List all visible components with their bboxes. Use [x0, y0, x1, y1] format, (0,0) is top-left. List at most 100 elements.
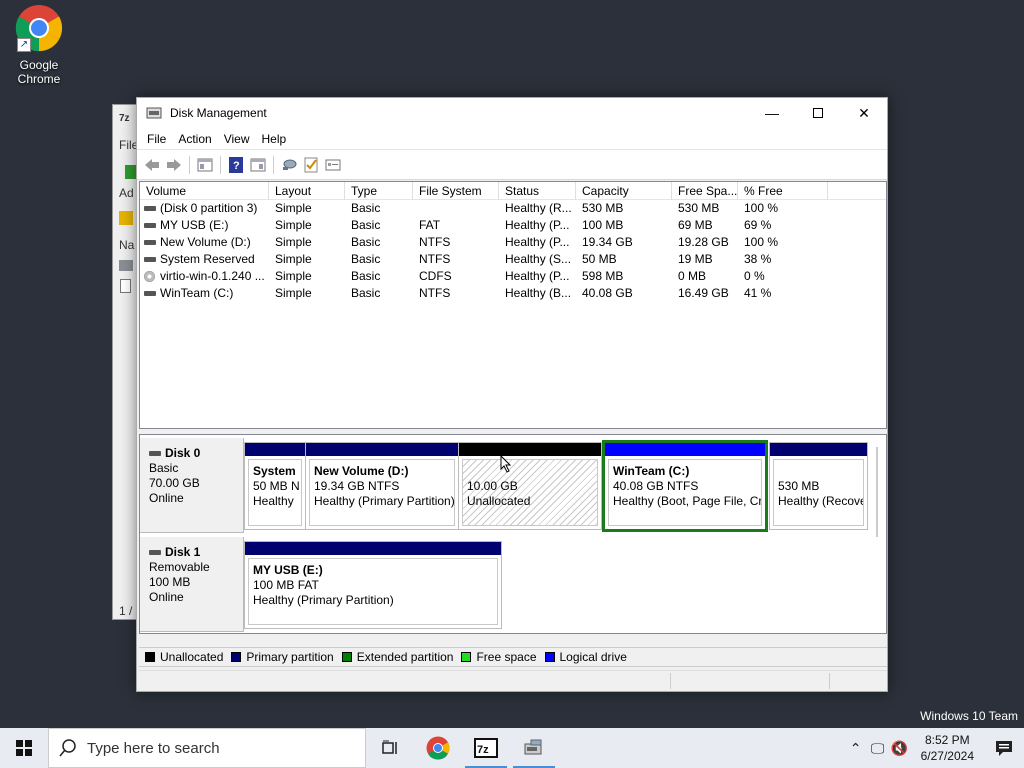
menu-help[interactable]: Help	[257, 132, 292, 146]
properties-button[interactable]	[247, 154, 269, 176]
disk-0-label[interactable]: Disk 0 Basic 70.00 GB Online	[140, 438, 244, 533]
cell-percent-free: 41 %	[744, 286, 772, 300]
legend-item-unallocated: Unallocated	[145, 650, 223, 664]
partition-name: MY USB (E:)	[253, 563, 323, 577]
7zip-icon: 7z	[474, 738, 498, 758]
cell-percent-free: 69 %	[744, 218, 772, 232]
partition-status: Healthy (Recove	[778, 494, 864, 508]
partition-info: System 50 MB N Healthy	[248, 459, 302, 526]
clock-time: 8:52 PM	[924, 733, 970, 747]
cell-percent-free: 0 %	[744, 269, 765, 283]
connect-button[interactable]	[278, 154, 300, 176]
taskbar-disk-management[interactable]	[510, 728, 558, 768]
cell-type: Basic	[351, 269, 381, 283]
column-header-percent-free[interactable]: % Free	[738, 182, 828, 200]
chrome-icon	[426, 736, 450, 760]
cell-status: Healthy (S...	[505, 252, 572, 266]
taskbar-7zip[interactable]: 7z	[462, 728, 510, 768]
volume-list[interactable]: Volume Layout Type File System Status Ca…	[139, 181, 887, 429]
partition-my-usb-e[interactable]: MY USB (E:) 100 MB FAT Healthy (Primary …	[244, 541, 502, 629]
table-row[interactable]: System Reserved Simple Basic NTFS Health…	[140, 251, 886, 268]
column-header-status[interactable]: Status	[499, 182, 576, 200]
disk-1-label[interactable]: Disk 1 Removable 100 MB Online	[140, 537, 244, 632]
partition-winteam-c[interactable]: WinTeam (C:) 40.08 GB NTFS Healthy (Boot…	[602, 440, 768, 532]
cell-percent-free: 100 %	[744, 235, 779, 249]
console-tree-button[interactable]	[194, 154, 216, 176]
taskbar-search-box[interactable]: Type here to search	[48, 728, 366, 768]
cell-layout: Simple	[275, 235, 312, 249]
partition-info: 10.00 GB Unallocated	[462, 459, 598, 526]
edition-watermark: Windows 10 Team	[920, 709, 1018, 723]
cell-capacity: 40.08 GB	[582, 286, 633, 300]
partition-info: MY USB (E:) 100 MB FAT Healthy (Primary …	[248, 558, 498, 625]
start-button[interactable]	[0, 728, 48, 768]
cell-capacity: 50 MB	[582, 252, 617, 266]
graph-scrollbar[interactable]	[876, 447, 878, 537]
disk-graphical-view[interactable]: Disk 0 Basic 70.00 GB Online System 50 M…	[139, 434, 887, 634]
show-hidden-icons-chevron-icon[interactable]: ⌃	[845, 740, 867, 757]
up-folder-icon[interactable]	[119, 211, 133, 225]
column-header-volume[interactable]: Volume	[140, 182, 269, 200]
column-header-type[interactable]: Type	[345, 182, 413, 200]
cell-volume-text: virtio-win-0.1.240 ...	[160, 269, 265, 283]
partition-system[interactable]: System 50 MB N Healthy	[244, 442, 306, 530]
cell-capacity: 530 MB	[582, 201, 624, 215]
column-header-capacity[interactable]: Capacity	[576, 182, 672, 200]
cell-volume: MY USB (E:)	[140, 217, 269, 234]
table-row[interactable]: MY USB (E:) Simple Basic FAT Healthy (P.…	[140, 217, 886, 234]
menu-view[interactable]: View	[219, 132, 255, 146]
bg-window-add-label: Ad	[119, 186, 134, 200]
maximize-button[interactable]	[795, 98, 841, 128]
cell-layout: Simple	[275, 218, 312, 232]
settings-button[interactable]	[322, 154, 344, 176]
close-icon: ✕	[858, 104, 870, 121]
network-icon[interactable]: 🖵	[867, 740, 889, 757]
menu-bar: File Action View Help	[137, 128, 887, 150]
menu-file[interactable]: File	[142, 132, 171, 146]
desktop-icon-chrome[interactable]: ↗ Google Chrome	[6, 4, 72, 86]
file-icon	[120, 279, 131, 293]
legend-swatch	[461, 652, 472, 662]
close-button[interactable]: ✕	[841, 98, 887, 128]
forward-button[interactable]	[163, 154, 185, 176]
cell-file-system: FAT	[419, 218, 441, 232]
check-button[interactable]	[300, 154, 322, 176]
partition-size: 10.00 GB	[467, 479, 518, 493]
cd-disc-icon	[144, 271, 155, 282]
cell-layout: Simple	[275, 286, 312, 300]
status-bar-divider	[829, 673, 830, 689]
partition-unallocated[interactable]: 10.00 GB Unallocated	[458, 442, 602, 530]
action-center-button[interactable]	[984, 740, 1024, 756]
cell-layout: Simple	[275, 201, 312, 215]
help-button[interactable]: ?	[225, 154, 247, 176]
partition-name: System	[253, 464, 296, 478]
table-row[interactable]: (Disk 0 partition 3) Simple Basic Health…	[140, 200, 886, 217]
partition-recovery[interactable]: 530 MB Healthy (Recove	[769, 442, 868, 530]
column-header-file-system[interactable]: File System	[413, 182, 499, 200]
disk-icon	[149, 451, 161, 456]
cell-capacity: 100 MB	[582, 218, 624, 232]
disk-management-window: Disk Management — ✕ File Action View Hel…	[136, 97, 888, 692]
title-bar[interactable]: Disk Management — ✕	[137, 98, 887, 128]
menu-action[interactable]: Action	[173, 132, 216, 146]
volume-muted-icon[interactable]: 🔇	[889, 740, 911, 757]
table-row[interactable]: WinTeam (C:) Simple Basic NTFS Healthy (…	[140, 285, 886, 302]
drive-icon	[144, 206, 156, 211]
cell-file-system: NTFS	[419, 252, 451, 266]
table-row[interactable]: New Volume (D:) Simple Basic NTFS Health…	[140, 234, 886, 251]
back-button[interactable]	[141, 154, 163, 176]
taskbar-chrome[interactable]	[414, 728, 462, 768]
task-view-icon	[382, 740, 397, 754]
partition-status: Unallocated	[467, 494, 531, 508]
cell-free-space: 19.28 GB	[678, 235, 729, 249]
table-row[interactable]: virtio-win-0.1.240 ... Simple Basic CDFS…	[140, 268, 886, 285]
partition-size: 100 MB FAT	[253, 578, 319, 592]
cell-volume-text: New Volume (D:)	[160, 235, 251, 249]
cell-file-system	[413, 200, 499, 217]
clock[interactable]: 8:52 PM 6/27/2024	[911, 732, 984, 764]
column-header-free-space[interactable]: Free Spa...	[672, 182, 738, 200]
partition-new-volume-d[interactable]: New Volume (D:) 19.34 GB NTFS Healthy (P…	[305, 442, 459, 530]
task-view-button[interactable]	[366, 728, 414, 768]
minimize-button[interactable]: —	[749, 98, 795, 128]
column-header-layout[interactable]: Layout	[269, 182, 345, 200]
